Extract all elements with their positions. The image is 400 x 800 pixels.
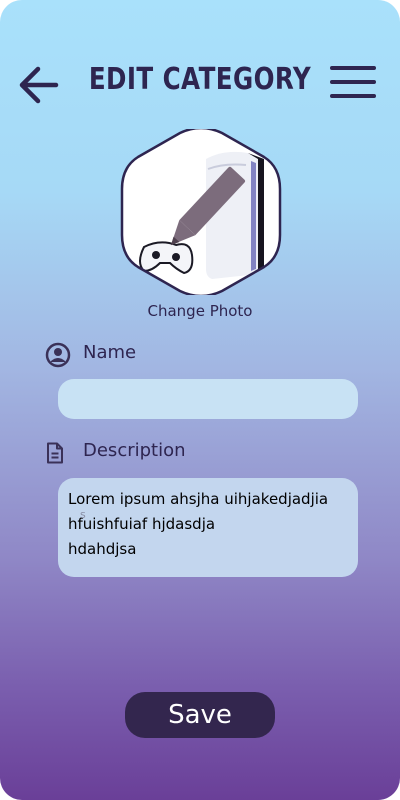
description-ghost-char: s [80, 508, 86, 521]
description-label: Description [83, 440, 186, 461]
change-photo-link[interactable]: Change Photo [0, 302, 400, 320]
name-label: Name [83, 342, 137, 363]
user-circle-icon [45, 342, 71, 368]
category-photo[interactable] [120, 129, 282, 295]
edit-category-screen: EDIT CATEGORY Change Photo Name Descript… [0, 0, 400, 800]
description-line: Lorem ipsum ahsjha uihjakedjadjia [68, 490, 329, 508]
description-textarea[interactable]: s Lorem ipsum ahsjha uihjakedjadjia hfui… [58, 478, 358, 577]
hamburger-menu-icon[interactable] [330, 66, 376, 100]
page-title: EDIT CATEGORY [88, 62, 312, 97]
save-button[interactable]: Save [125, 692, 275, 738]
description-line: hfuishfuiaf hjdasdja [68, 515, 216, 533]
name-input[interactable] [58, 379, 358, 419]
document-icon [47, 442, 63, 464]
description-line: hdahdjsa [68, 540, 137, 558]
